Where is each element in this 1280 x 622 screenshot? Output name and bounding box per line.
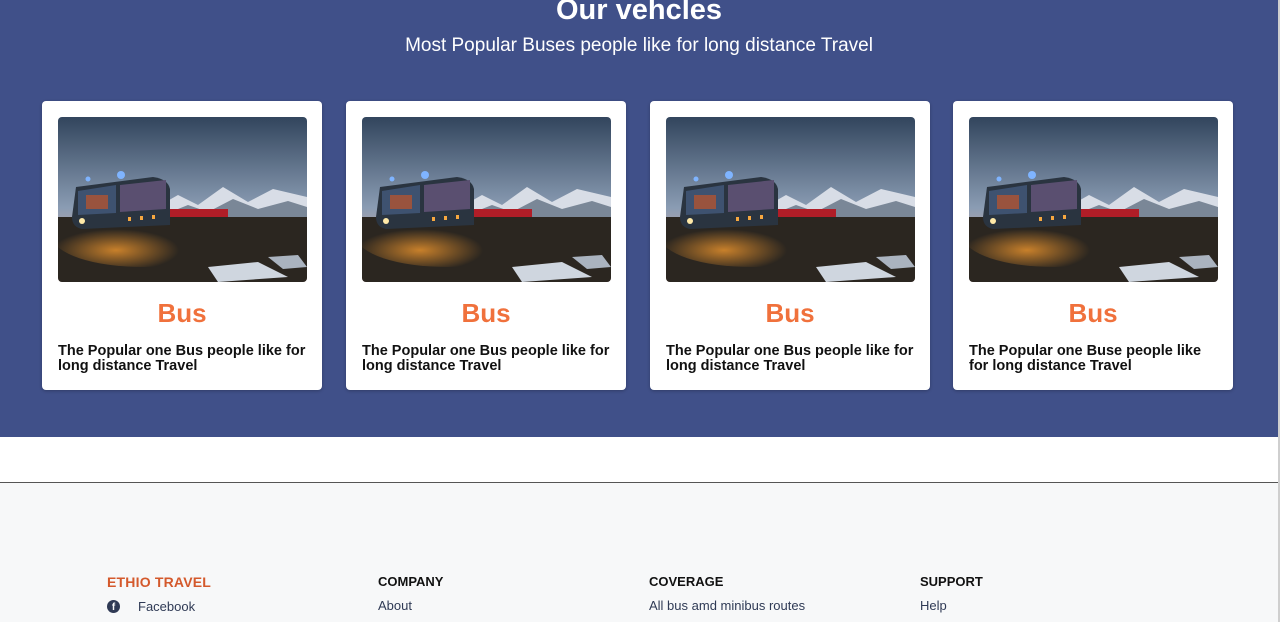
footer-link-help[interactable]: Help (920, 598, 983, 613)
bus-image (362, 117, 611, 282)
facebook-link[interactable]: f Facebook (107, 599, 211, 614)
footer-coverage-column: COVERAGE All bus amd minibus routes (649, 574, 805, 613)
footer-link-about[interactable]: About (378, 598, 443, 613)
footer-support-column: SUPPORT Help (920, 574, 983, 613)
footer-column-heading: COVERAGE (649, 574, 724, 589)
vehicle-card[interactable]: Bus The Popular one Bus people like for … (346, 101, 626, 390)
vehicle-description: The Popular one Bus people like for long… (362, 343, 610, 374)
bus-image (969, 117, 1218, 282)
bus-image (666, 117, 915, 282)
facebook-icon: f (107, 600, 120, 613)
footer-brand[interactable]: ETHIO TRAVEL (107, 574, 211, 590)
footer-column-heading: COMPANY (378, 574, 444, 589)
section-subtitle: Most Popular Buses people like for long … (405, 35, 873, 56)
footer-brand-column: ETHIO TRAVEL f Facebook (107, 574, 211, 614)
bus-image (58, 117, 307, 282)
footer-column-heading: SUPPORT (920, 574, 983, 589)
footer: ETHIO TRAVEL f Facebook COMPANY About CO… (0, 483, 1278, 622)
section-title: Our vehcles (555, 0, 723, 26)
vehicle-name: Bus (461, 298, 511, 328)
facebook-label: Facebook (138, 599, 196, 614)
vehicle-description: The Popular one Bus people like for long… (666, 343, 914, 374)
footer-company-column: COMPANY About (378, 574, 443, 613)
vehicle-card[interactable]: Bus The Popular one Bus people like for … (42, 101, 322, 390)
vehicles-section: Our vehcles Most Popular Buses people li… (0, 0, 1278, 437)
vehicle-description: The Popular one Bus people like for long… (58, 343, 306, 374)
vehicle-card[interactable]: Bus The Popular one Buse people like for… (953, 101, 1233, 390)
vehicle-name: Bus (157, 298, 207, 328)
footer-link-routes[interactable]: All bus amd minibus routes (649, 598, 805, 613)
vehicle-name: Bus (765, 298, 815, 328)
vehicle-card[interactable]: Bus The Popular one Bus people like for … (650, 101, 930, 390)
vehicle-name: Bus (1068, 298, 1118, 328)
vehicle-description: The Popular one Buse people like for lon… (969, 343, 1202, 374)
